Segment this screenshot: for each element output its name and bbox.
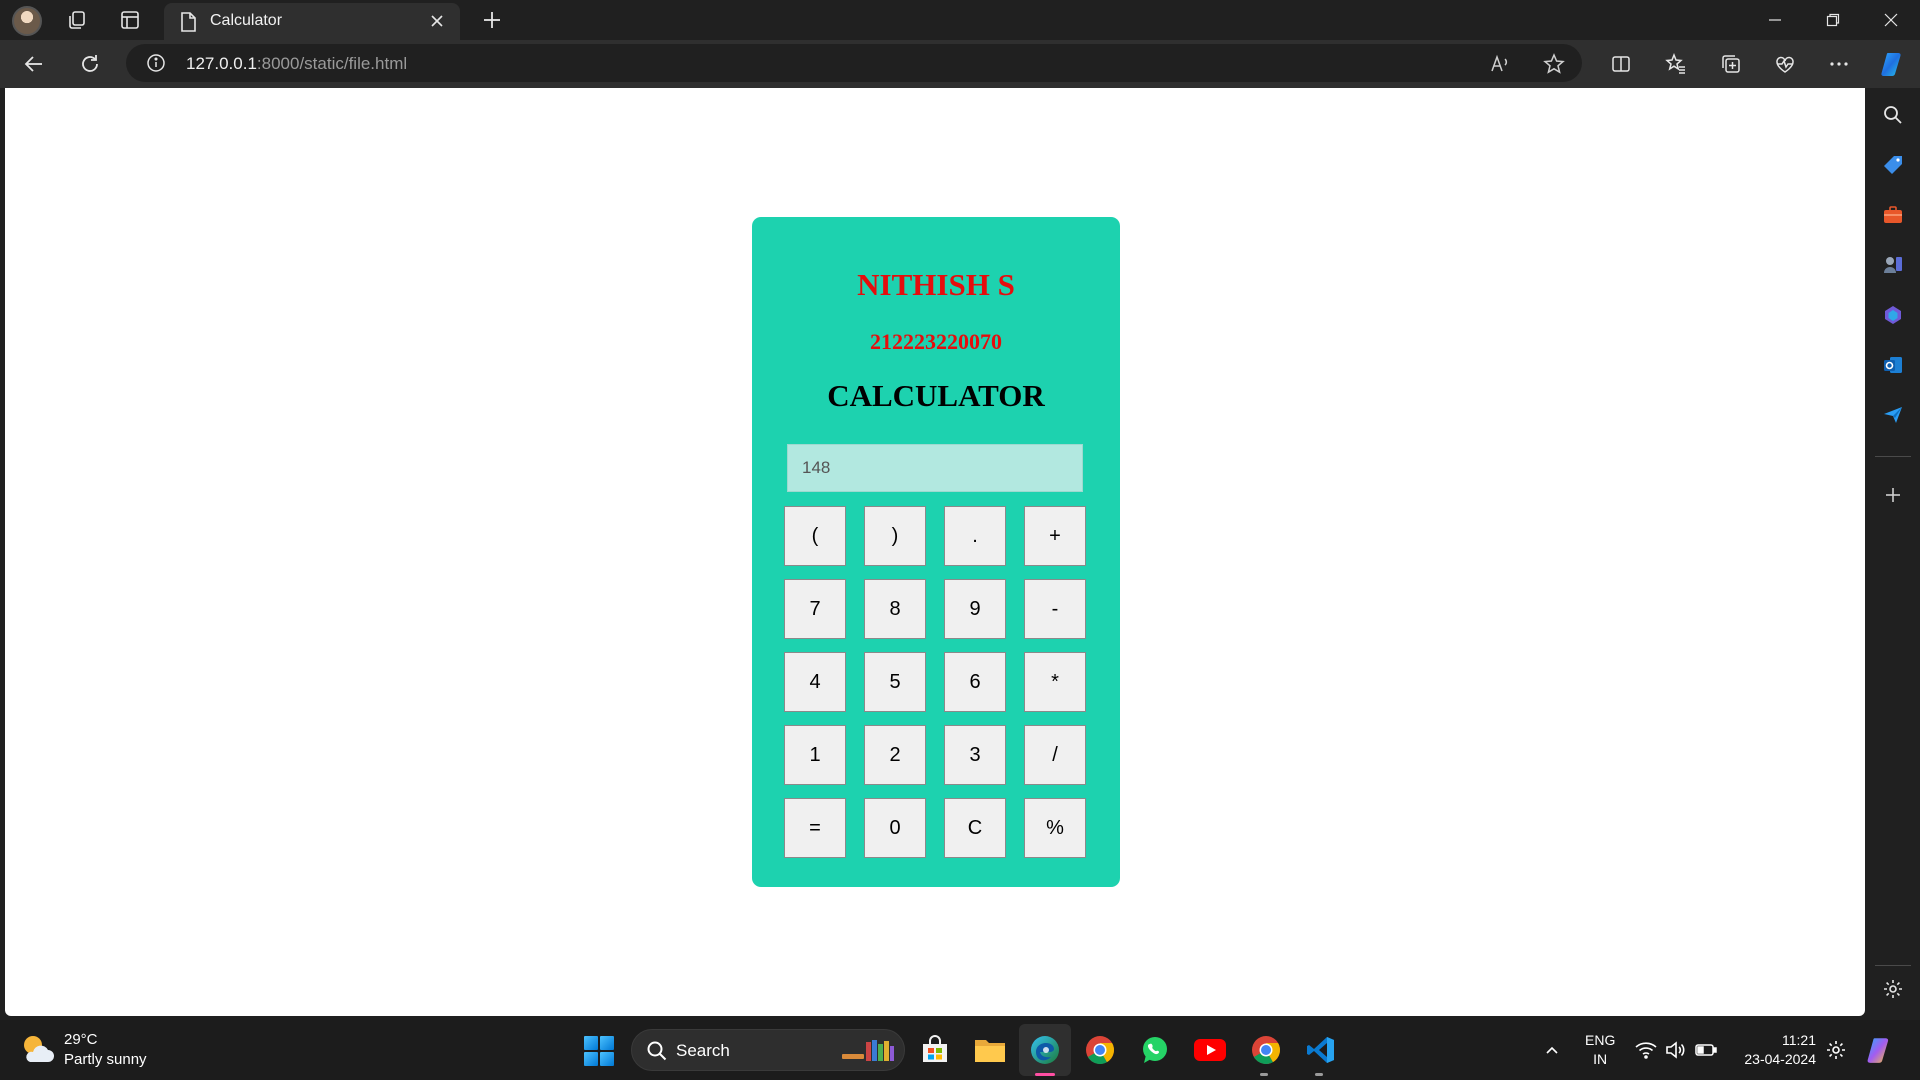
outlook-icon[interactable] — [1880, 352, 1906, 378]
youtube-icon[interactable] — [1192, 1032, 1228, 1068]
student-id: 212223220070 — [870, 329, 1002, 354]
whatsapp-icon[interactable] — [1137, 1032, 1173, 1068]
language-region: IN — [1593, 1051, 1608, 1067]
show-hidden-icons-chevron-icon[interactable] — [1540, 1038, 1564, 1062]
site-info-icon[interactable] — [146, 53, 166, 73]
clock-time: 11:21 — [1782, 1032, 1816, 1048]
microsoft-edge-icon[interactable] — [1027, 1032, 1063, 1068]
refresh-icon[interactable] — [74, 48, 106, 80]
key-2[interactable]: 2 — [864, 725, 926, 785]
windows-start-icon[interactable] — [584, 1036, 614, 1066]
vscode-running-indicator — [1315, 1073, 1323, 1076]
add-icon[interactable] — [1880, 482, 1906, 508]
key-minus[interactable]: - — [1024, 579, 1086, 639]
favorite-star-icon[interactable] — [1542, 52, 1566, 76]
back-arrow-icon[interactable] — [18, 48, 50, 80]
key-5[interactable]: 5 — [864, 652, 926, 712]
key-4[interactable]: 4 — [784, 652, 846, 712]
key-equals[interactable]: = — [784, 798, 846, 858]
read-aloud-icon[interactable] — [1488, 52, 1512, 76]
document-icon — [179, 11, 199, 33]
google-chrome-icon[interactable] — [1082, 1032, 1118, 1068]
tab-title: Calculator — [210, 12, 283, 29]
send-icon[interactable] — [1880, 402, 1906, 428]
input-language-indicator[interactable]: ENG IN — [1585, 1031, 1615, 1069]
file-explorer-icon[interactable] — [972, 1032, 1008, 1068]
tab-calculator[interactable]: Calculator — [164, 3, 460, 40]
settings-gear-icon[interactable] — [1880, 976, 1906, 1002]
address-bar[interactable]: 127.0.0.1:8000/static/file.html — [126, 44, 1582, 82]
vscode-icon[interactable] — [1303, 1032, 1339, 1068]
calculator-display[interactable] — [787, 444, 1083, 492]
browser-tab-bar: Calculator — [0, 0, 1920, 40]
clock-date: 23-04-2024 — [1744, 1051, 1816, 1067]
browser-essentials-icon[interactable] — [1769, 48, 1801, 80]
search-label: Search — [676, 1041, 730, 1060]
calculator-container: NITHISH S 212223220070 CALCULATOR ( ) . … — [752, 217, 1120, 887]
vertical-tabs-icon[interactable] — [117, 8, 143, 32]
favorites-icon[interactable] — [1660, 48, 1692, 80]
language-code: ENG — [1585, 1032, 1616, 1048]
key-8[interactable]: 8 — [864, 579, 926, 639]
copilot-icon[interactable] — [1877, 48, 1909, 80]
key-3[interactable]: 3 — [944, 725, 1006, 785]
key-close-paren[interactable]: ) — [864, 506, 926, 566]
page-viewport: NITHISH S 212223220070 CALCULATOR ( ) . … — [5, 88, 1865, 1016]
key-percent[interactable]: % — [1024, 798, 1086, 858]
collections-icon[interactable] — [1715, 48, 1747, 80]
sidebar-divider — [1875, 456, 1911, 457]
url-text[interactable]: 127.0.0.1:8000/static/file.html — [186, 54, 407, 74]
taskbar-search-box[interactable]: Search — [631, 1029, 905, 1071]
key-clear[interactable]: C — [944, 798, 1006, 858]
search-highlight-books-icon — [840, 1038, 896, 1064]
browser-toolbar: 127.0.0.1:8000/static/file.html — [0, 40, 1920, 88]
copilot-preview-icon[interactable] — [1864, 1034, 1896, 1066]
close-tab-icon[interactable] — [426, 10, 448, 32]
key-multiply[interactable]: * — [1024, 652, 1086, 712]
games-icon[interactable] — [1880, 252, 1906, 278]
restore-button[interactable] — [1810, 4, 1856, 36]
url-host: 127.0.0.1 — [186, 54, 257, 73]
weather-partly-sunny-icon[interactable] — [20, 1032, 56, 1066]
profile-avatar[interactable] — [12, 6, 42, 36]
key-plus[interactable]: + — [1024, 506, 1086, 566]
edge-sidebar — [1865, 88, 1920, 1016]
weather-description[interactable]: Partly sunny — [64, 1051, 147, 1068]
weather-temperature[interactable]: 29°C — [64, 1031, 98, 1048]
search-icon — [646, 1040, 668, 1062]
wifi-icon[interactable] — [1634, 1038, 1658, 1062]
key-9[interactable]: 9 — [944, 579, 1006, 639]
new-tab-button[interactable] — [478, 6, 506, 34]
key-decimal[interactable]: . — [944, 506, 1006, 566]
key-open-paren[interactable]: ( — [784, 506, 846, 566]
shopping-tag-icon[interactable] — [1880, 152, 1906, 178]
tools-briefcase-icon[interactable] — [1880, 202, 1906, 228]
settings-gear-notification-icon[interactable] — [1824, 1038, 1848, 1062]
keypad: ( ) . + 7 8 9 - 4 5 6 * 1 2 3 / = 0 C % — [784, 506, 1086, 858]
key-divide[interactable]: / — [1024, 725, 1086, 785]
calculator-title: CALCULATOR — [827, 378, 1045, 413]
split-screen-icon[interactable] — [1605, 48, 1637, 80]
chrome-running-indicator — [1260, 1073, 1268, 1076]
key-1[interactable]: 1 — [784, 725, 846, 785]
microsoft-store-icon[interactable] — [917, 1032, 953, 1068]
more-options-icon[interactable] — [1823, 48, 1855, 80]
key-6[interactable]: 6 — [944, 652, 1006, 712]
battery-icon[interactable] — [1694, 1038, 1718, 1062]
edge-active-indicator — [1035, 1073, 1055, 1076]
student-name: NITHISH S — [857, 267, 1015, 302]
minimize-button[interactable] — [1752, 4, 1798, 36]
key-7[interactable]: 7 — [784, 579, 846, 639]
volume-icon[interactable] — [1664, 1038, 1688, 1062]
search-icon[interactable] — [1880, 102, 1906, 128]
workspaces-icon[interactable] — [64, 8, 90, 32]
google-chrome-profile-icon[interactable] — [1248, 1032, 1284, 1068]
key-0[interactable]: 0 — [864, 798, 926, 858]
windows-taskbar: 29°C Partly sunny Search ENG IN 11:21 23… — [0, 1020, 1920, 1080]
url-path: :8000/static/file.html — [256, 54, 408, 73]
microsoft-365-icon[interactable] — [1880, 302, 1906, 328]
system-clock[interactable]: 11:21 23-04-2024 — [1736, 1031, 1816, 1069]
sidebar-divider-bottom — [1875, 965, 1911, 966]
close-window-button[interactable] — [1868, 4, 1914, 36]
